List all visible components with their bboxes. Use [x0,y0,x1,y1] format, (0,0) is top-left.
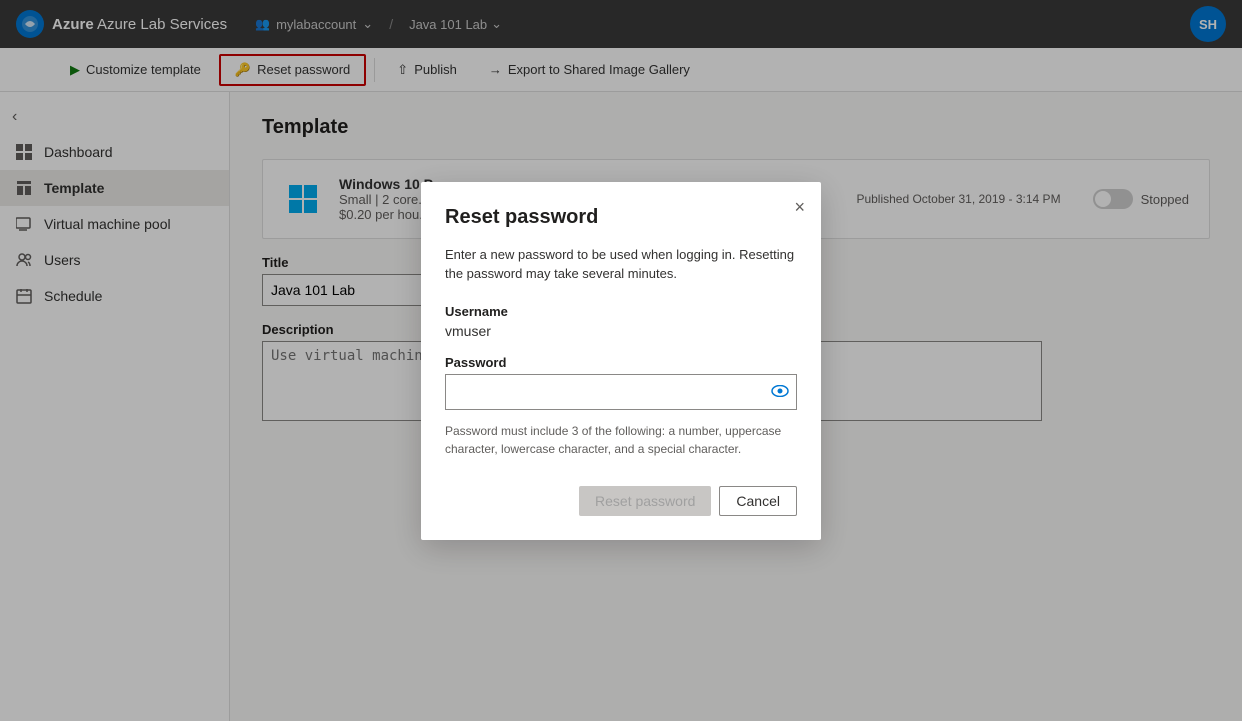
password-input[interactable] [445,374,797,410]
password-hint: Password must include 3 of the following… [445,422,797,458]
username-label: Username [445,304,797,319]
modal-footer: Reset password Cancel [445,486,797,516]
modal-close-button[interactable]: × [794,198,805,216]
cancel-button[interactable]: Cancel [719,486,797,516]
toggle-password-icon[interactable] [771,384,789,400]
reset-password-submit-button[interactable]: Reset password [579,486,711,516]
modal-title: Reset password [445,206,797,229]
password-label: Password [445,355,797,370]
modal-overlay: Reset password × Enter a new password to… [0,0,1242,721]
modal-description: Enter a new password to be used when log… [445,245,797,284]
reset-password-modal: Reset password × Enter a new password to… [421,182,821,540]
password-input-wrap [445,374,797,410]
username-value: vmuser [445,323,797,339]
